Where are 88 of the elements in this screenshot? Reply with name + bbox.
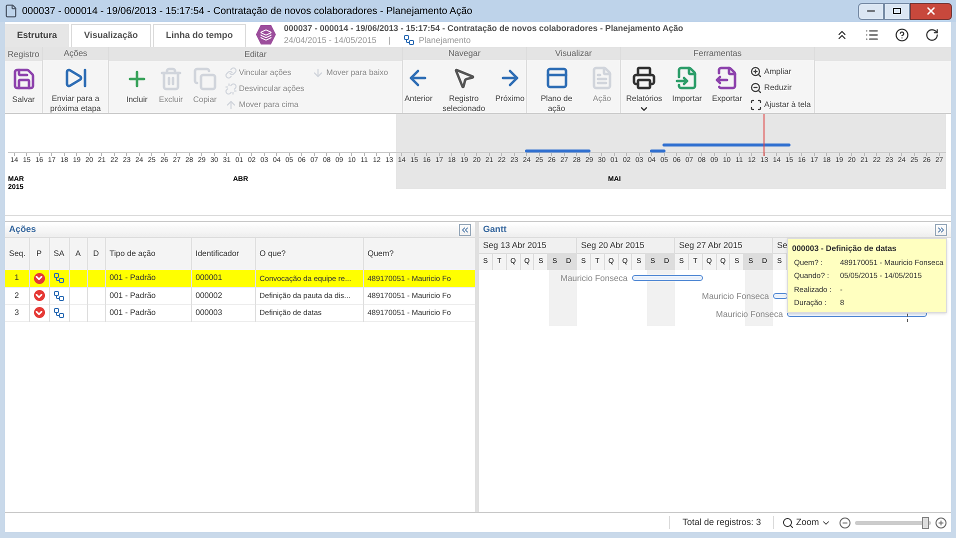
ribbon-button[interactable]: Relatórios [624, 62, 664, 114]
ribbon-button[interactable]: Salvar [10, 63, 38, 113]
link-icon [224, 67, 237, 79]
table-cell: 3 [5, 304, 29, 321]
workflow-icon [53, 306, 65, 318]
week-header: Seg 20 Abr 2015 [577, 238, 674, 254]
search-icon [782, 516, 794, 528]
close-icon [925, 5, 937, 17]
list-icon[interactable] [865, 28, 879, 42]
table-cell: 001 - Padrão [105, 270, 191, 287]
table-cell: 000002 [191, 287, 255, 304]
table-cell: 000001 [191, 270, 255, 287]
ribbon-button[interactable]: Incluir [122, 63, 151, 113]
record-badge-icon [256, 24, 276, 44]
workflow-icon [53, 290, 65, 302]
separator: | [388, 34, 391, 46]
ribbon-button[interactable]: Próximo [493, 62, 527, 114]
export-icon [715, 66, 740, 90]
maximize-icon [893, 8, 901, 14]
gantt-bar[interactable] [632, 275, 703, 281]
priority-icon [34, 307, 44, 318]
group-header: Ferramentas [621, 47, 814, 60]
table-cell: 001 - Padrão [105, 287, 191, 304]
ribbon-button[interactable]: Importar [670, 62, 704, 114]
timeline-bar [525, 150, 590, 152]
panel-title: Ações [9, 222, 36, 236]
arrow-down-icon [312, 67, 324, 79]
window-icon [544, 66, 568, 90]
week-header: Seg 13 Abr 2015 [479, 238, 576, 254]
ribbon-button[interactable]: Registro selecionado [440, 62, 488, 114]
table-cell: 2 [5, 287, 29, 304]
window-title: 000037 - 000014 - 19/06/2013 - 15:17:54 - Contratação de novos colaboradores - Planejamento Ação [22, 4, 472, 18]
maximize-button[interactable] [884, 2, 910, 20]
zoom-out-icon[interactable] [839, 516, 851, 528]
ribbon-button[interactable]: Ajustar à tela [750, 97, 811, 114]
record-count: Total de registros: 3 [669, 516, 774, 530]
document-icon [590, 66, 614, 90]
zoom-menu[interactable]: Zoom [774, 516, 839, 530]
assignee-label: Mauricio Fonseca [560, 272, 628, 284]
close-button[interactable] [910, 2, 952, 20]
group-header: Editar [109, 47, 402, 61]
priority-icon [34, 290, 44, 301]
copy-icon [192, 67, 217, 91]
ribbon-button[interactable]: Exportar [710, 62, 744, 114]
slider-thumb[interactable] [922, 516, 929, 528]
table-cell: 000003 [191, 304, 255, 321]
tab[interactable]: Visualização [71, 24, 151, 47]
panel-title: Gantt [483, 222, 506, 236]
expand-right-icon[interactable] [935, 224, 947, 236]
ribbon-button[interactable]: Anterior [402, 62, 434, 114]
weekend-column [549, 270, 563, 326]
help-icon[interactable] [895, 28, 909, 42]
group-header: Ações [43, 47, 108, 60]
arrow-up-icon [224, 99, 237, 111]
table-cell: 1 [5, 270, 29, 287]
printer-icon [632, 66, 656, 90]
group-header: Navegar [403, 47, 526, 60]
priority-icon [34, 272, 44, 284]
trash-icon [158, 67, 183, 91]
zoom-out-icon [750, 82, 762, 94]
ribbon-button[interactable]: Reduzir [750, 80, 811, 96]
tab[interactable]: Estrutura [5, 24, 70, 47]
tab[interactable]: Linha do tempo [152, 24, 246, 47]
workflow-icon [53, 272, 65, 284]
week-header: Seg 27 Abr 2015 [675, 238, 772, 254]
group-header: Registro [5, 47, 42, 61]
table-cell: 001 - Padrão [105, 304, 191, 321]
ribbon-button[interactable]: Ampliar [750, 64, 811, 80]
record-title: 000037 - 000014 - 19/06/2013 - 15:17:54 - Contratação de novos colaboradores - Planejamento Ação [284, 23, 684, 34]
ribbon-button[interactable]: Enviar para a próxima etapa [47, 62, 104, 114]
table-cell [87, 270, 105, 287]
ribbon-button[interactable]: Plano de ação [531, 62, 582, 114]
assignee-label: Mauricio Fonseca [716, 308, 783, 320]
workflow-icon [402, 34, 415, 46]
assignee-label: Mauricio Fonseca [702, 290, 769, 302]
zoom-in-icon [750, 66, 762, 78]
record-stage: Planejamento [418, 34, 471, 46]
collapse-left-icon[interactable] [459, 224, 471, 236]
timeline-bar [650, 150, 666, 152]
group-header: Visualizar [527, 47, 620, 60]
skip-forward-icon [64, 66, 88, 90]
record-dates: 24/04/2015 - 14/05/2015 [284, 34, 377, 46]
refresh-icon[interactable] [925, 28, 939, 42]
unlink-icon [224, 83, 237, 95]
zoom-in-icon[interactable] [935, 516, 947, 528]
gantt-bar[interactable] [773, 293, 788, 299]
fit-screen-icon [750, 99, 762, 112]
document-icon [4, 4, 18, 18]
